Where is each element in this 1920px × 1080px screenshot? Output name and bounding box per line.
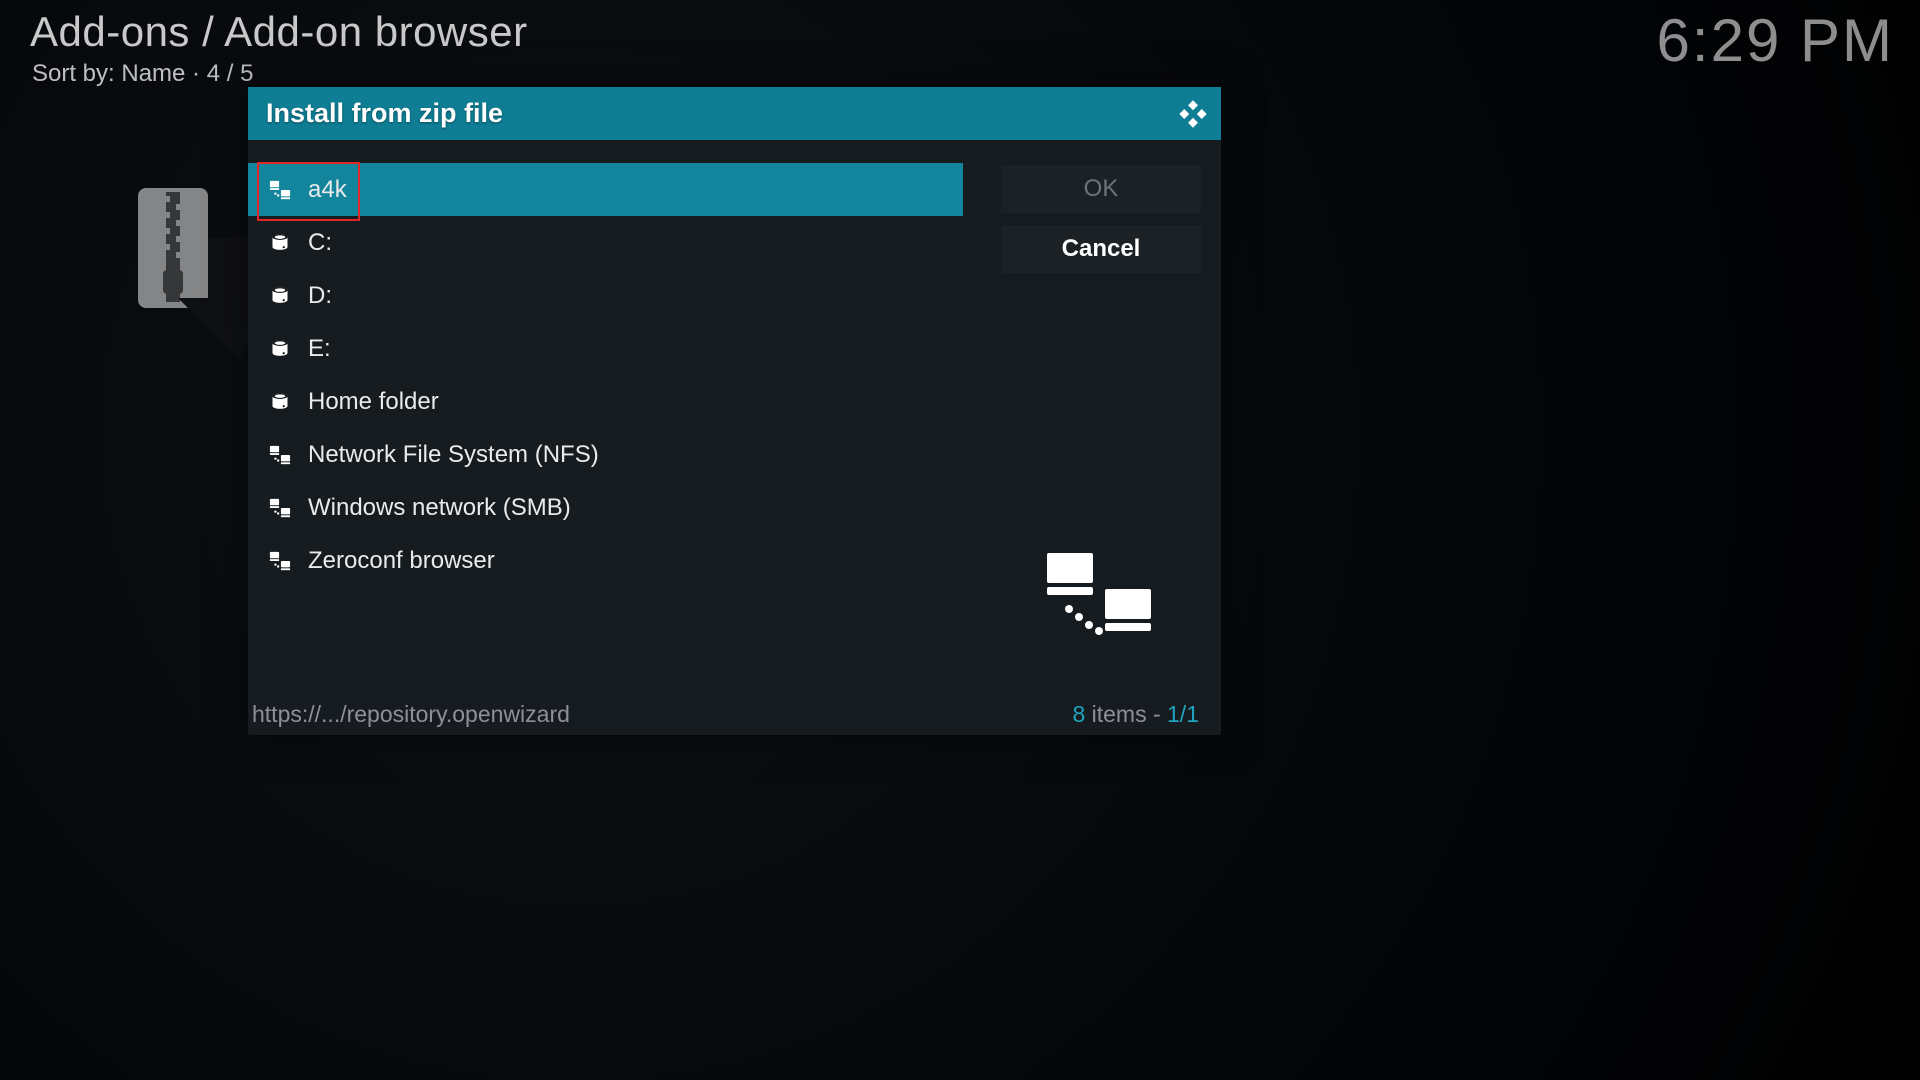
location-item[interactable]: E: — [248, 322, 963, 375]
network-icon — [268, 549, 292, 573]
location-item[interactable]: C: — [248, 216, 963, 269]
dialog-title: Install from zip file — [266, 98, 503, 129]
location-item[interactable]: Network File System (NFS) — [248, 428, 963, 481]
cancel-button[interactable]: Cancel — [1001, 225, 1201, 273]
drive-icon — [268, 337, 292, 361]
location-item[interactable]: Zeroconf browser — [248, 534, 963, 587]
location-label: Network File System (NFS) — [308, 441, 599, 469]
ok-button[interactable]: OK — [1001, 165, 1201, 213]
drive-icon — [268, 284, 292, 308]
location-label: Zeroconf browser — [308, 547, 495, 575]
breadcrumb: Add-ons / Add-on browser — [30, 8, 528, 56]
drive-icon — [268, 390, 292, 414]
footer-path: https://.../repository.openwizard — [252, 701, 570, 728]
footer-count: 8 items - 1/1 — [1072, 701, 1199, 728]
clock: 6:29 PM — [1657, 6, 1894, 75]
network-icon — [268, 178, 292, 202]
location-item[interactable]: a4k — [248, 163, 963, 216]
network-shares-icon — [1041, 547, 1161, 647]
location-item[interactable]: Windows network (SMB) — [248, 481, 963, 534]
location-label: E: — [308, 335, 331, 363]
sort-line: Sort by: Name · 4 / 5 — [32, 60, 253, 88]
install-zip-dialog: Install from zip file a4k C: D: E: Home fold… — [248, 87, 1221, 735]
dialog-titlebar: Install from zip file — [248, 87, 1221, 140]
network-icon — [268, 443, 292, 467]
location-label: D: — [308, 282, 332, 310]
preview-pane — [1001, 499, 1201, 695]
location-item[interactable]: D: — [248, 269, 963, 322]
kodi-logo-icon — [1179, 100, 1207, 128]
location-label: Home folder — [308, 388, 439, 416]
location-label: a4k — [308, 176, 347, 204]
location-label: Windows network (SMB) — [308, 494, 571, 522]
location-list: a4k C: D: E: Home folder Network File System … — [248, 163, 963, 693]
drive-icon — [268, 231, 292, 255]
location-label: C: — [308, 229, 332, 257]
location-item[interactable]: Home folder — [248, 375, 963, 428]
network-icon — [268, 496, 292, 520]
